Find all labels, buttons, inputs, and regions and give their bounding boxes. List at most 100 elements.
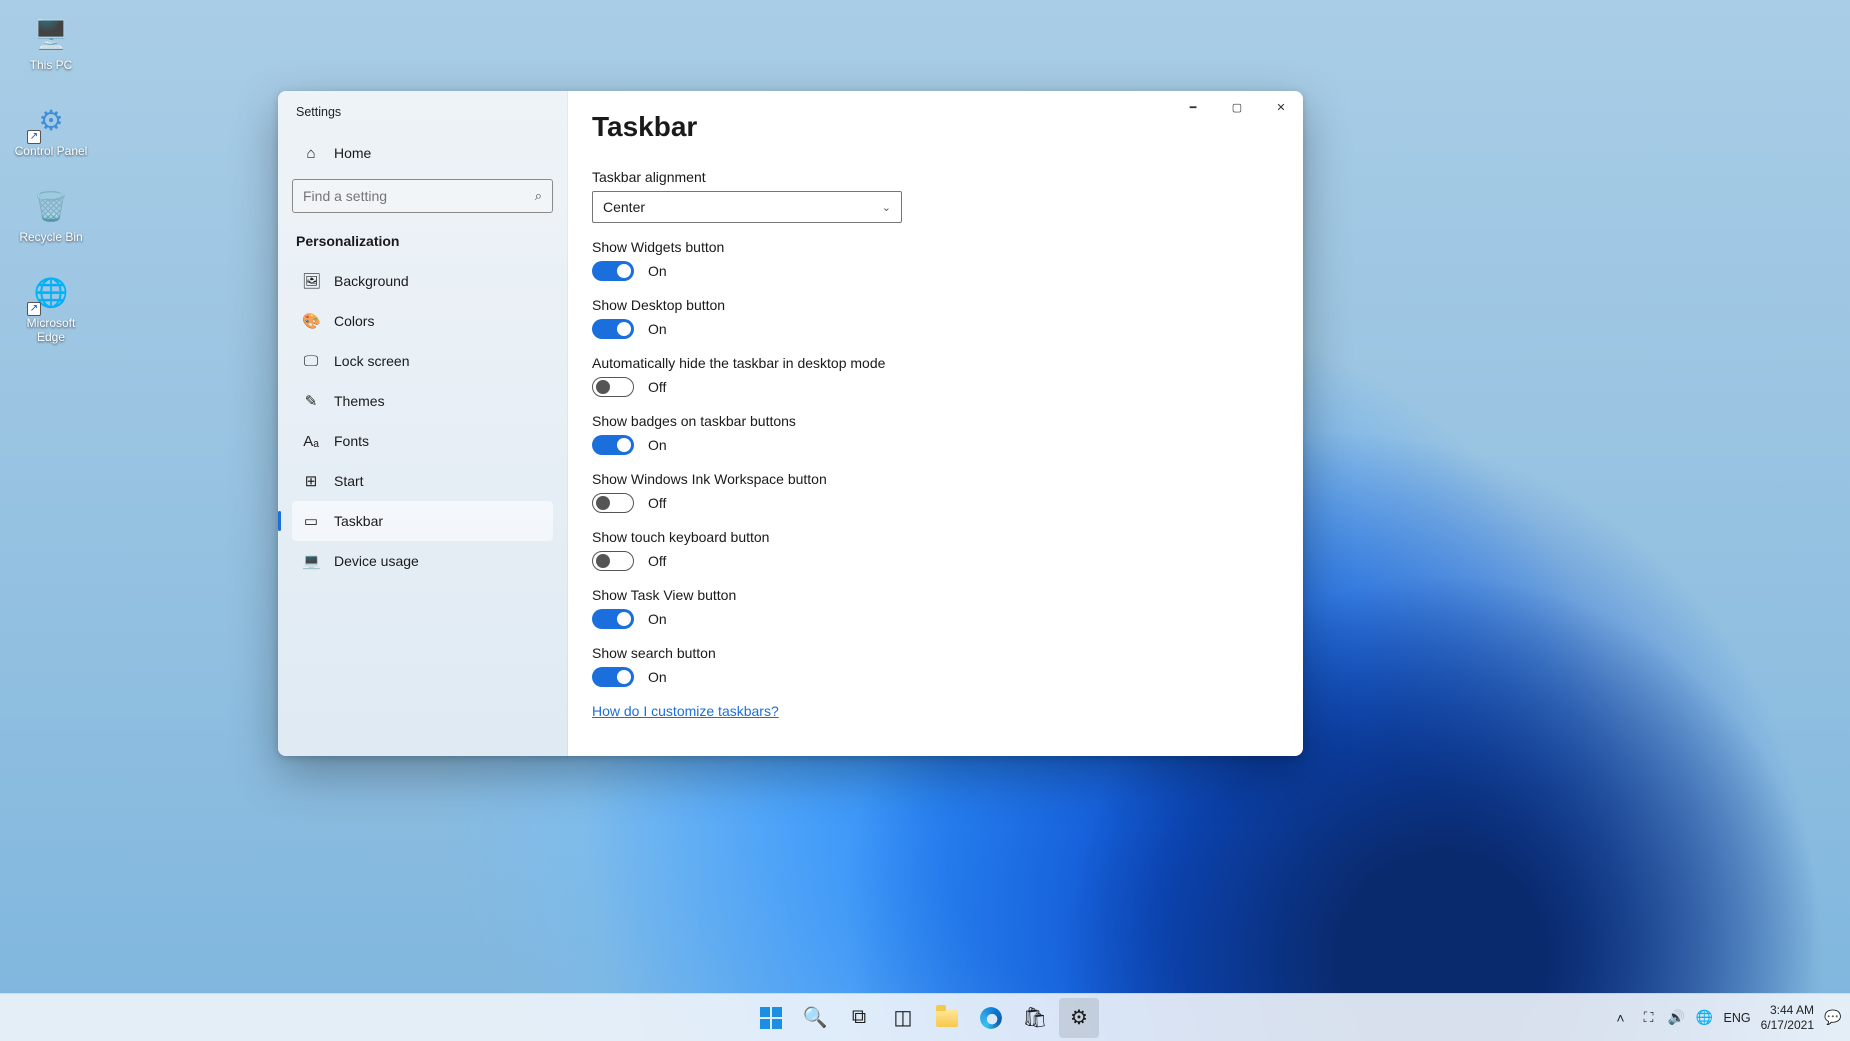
toggle-touchkb[interactable] (592, 551, 634, 571)
nav-background[interactable]: 🖼 Background (292, 261, 553, 301)
alignment-label: Taskbar alignment (592, 169, 1257, 185)
widgets-button[interactable]: ◫ (883, 998, 923, 1038)
search-field[interactable] (303, 188, 535, 204)
taskbar-center-apps: 🔍⧉◫ 🛍⚙ (751, 998, 1099, 1038)
toggle-state: On (648, 437, 667, 453)
desktop-icon-edge[interactable]: 🌐↗Microsoft Edge (6, 266, 96, 352)
nav-home[interactable]: ⌂ Home (292, 133, 553, 173)
desktop-icon-control-panel[interactable]: ⚙↗Control Panel (6, 94, 96, 180)
nav-label: Colors (334, 313, 374, 329)
desktop-icon-recycle-bin[interactable]: 🗑️Recycle Bin (6, 180, 96, 266)
settings-button[interactable]: ⚙ (1059, 998, 1099, 1038)
tray-time: 3:44 AM (1761, 1003, 1814, 1018)
settings-window: Settings ⌂ Home ⌕ Personalization 🖼 Backg… (278, 91, 1303, 756)
background-icon: 🖼 (302, 272, 320, 290)
toggle-widgets[interactable] (592, 261, 634, 281)
settings-scroll-area[interactable]: Taskbar alignment Center ⌄ Show Widgets … (592, 169, 1279, 729)
nav-lock-screen[interactable]: 🖵 Lock screen (292, 341, 553, 381)
settings-sidebar: Settings ⌂ Home ⌕ Personalization 🖼 Backg… (278, 91, 568, 756)
nav-fonts[interactable]: A͏ₐ Fonts (292, 421, 553, 461)
alignment-value: Center (603, 199, 645, 215)
toggle-state: Off (648, 379, 666, 395)
tray-clock[interactable]: 3:44 AM 6/17/2021 (1761, 1003, 1814, 1033)
toggle-ink[interactable] (592, 493, 634, 513)
setting-label: Show Widgets button (592, 239, 1257, 255)
device-usage-icon: 💻 (302, 552, 320, 570)
setting-label: Show Desktop button (592, 297, 1257, 313)
tray-overflow-button[interactable]: ˄ (1612, 1010, 1630, 1026)
toggle-state: On (648, 263, 667, 279)
tray-icon-2[interactable]: 🌐 (1696, 1009, 1714, 1026)
setting-search: Show search button On (592, 645, 1257, 687)
toggle-autohide[interactable] (592, 377, 634, 397)
settings-content: ━ ▢ ✕ Taskbar Taskbar alignment Center ⌄… (568, 91, 1303, 756)
file-explorer-button[interactable] (927, 998, 967, 1038)
toggle-state: On (648, 321, 667, 337)
toggle-state: Off (648, 553, 666, 569)
setting-label: Show badges on taskbar buttons (592, 413, 1257, 429)
tray-date: 6/17/2021 (1761, 1018, 1814, 1033)
alignment-select[interactable]: Center ⌄ (592, 191, 902, 223)
setting-label: Automatically hide the taskbar in deskto… (592, 355, 1257, 371)
lock-screen-icon: 🖵 (302, 353, 320, 370)
search-input[interactable]: ⌕ (292, 179, 553, 213)
toggle-state: Off (648, 495, 666, 511)
nav-label: Fonts (334, 433, 369, 449)
toggle-search[interactable] (592, 667, 634, 687)
close-button[interactable]: ✕ (1259, 91, 1303, 123)
tray-icon-1[interactable]: 🔊 (1668, 1009, 1686, 1026)
window-controls: ━ ▢ ✕ (1171, 91, 1303, 125)
window-title: Settings (292, 103, 553, 133)
setting-label: Show search button (592, 645, 1257, 661)
nav-label: Background (334, 273, 409, 289)
setting-label: Show Task View button (592, 587, 1257, 603)
toggle-taskview[interactable] (592, 609, 634, 629)
setting-ink: Show Windows Ink Workspace button Off (592, 471, 1257, 513)
edge-button[interactable] (971, 998, 1011, 1038)
nav-section-header: Personalization (292, 227, 553, 261)
setting-taskview: Show Task View button On (592, 587, 1257, 629)
search-button[interactable]: 🔍 (795, 998, 835, 1038)
nav-start[interactable]: ⊞ Start (292, 461, 553, 501)
toggle-state: On (648, 611, 667, 627)
setting-badges: Show badges on taskbar buttons On (592, 413, 1257, 455)
toggle-desktop[interactable] (592, 319, 634, 339)
setting-desktop: Show Desktop button On (592, 297, 1257, 339)
taskbar-system-tray: ˄ ⛶ 🔊 🌐 ENG 3:44 AM 6/17/2021 💬 (1612, 994, 1842, 1041)
setting-autohide: Automatically hide the taskbar in deskto… (592, 355, 1257, 397)
tray-ime[interactable]: ENG (1724, 1011, 1751, 1025)
desktop-icon-this-pc[interactable]: 🖥️This PC (6, 8, 96, 94)
colors-icon: 🎨 (302, 312, 320, 330)
maximize-button[interactable]: ▢ (1215, 91, 1259, 123)
nav-label: Taskbar (334, 513, 383, 529)
setting-touchkb: Show touch keyboard button Off (592, 529, 1257, 571)
nav-label: Themes (334, 393, 385, 409)
setting-label: Show touch keyboard button (592, 529, 1257, 545)
action-center-button[interactable]: 💬 (1824, 1009, 1842, 1026)
nav-themes[interactable]: ✎ Themes (292, 381, 553, 421)
chevron-down-icon: ⌄ (882, 201, 891, 214)
minimize-button[interactable]: ━ (1171, 91, 1215, 123)
home-icon: ⌂ (302, 145, 320, 162)
nav-device-usage[interactable]: 💻Device usage (292, 541, 553, 581)
fonts-icon: A͏ₐ (302, 433, 320, 450)
task-view-button[interactable]: ⧉ (839, 998, 879, 1038)
setting-label: Show Windows Ink Workspace button (592, 471, 1257, 487)
nav-label: Start (334, 473, 364, 489)
toggle-state: On (648, 669, 667, 685)
help-link[interactable]: How do I customize taskbars? (592, 703, 1257, 719)
store-button[interactable]: 🛍 (1015, 998, 1055, 1038)
start-icon: ⊞ (302, 472, 320, 490)
themes-icon: ✎ (302, 392, 320, 410)
nav-colors[interactable]: 🎨 Colors (292, 301, 553, 341)
taskbar-icon: ▭ (302, 512, 320, 530)
tray-icon-0[interactable]: ⛶ (1640, 1009, 1658, 1026)
start-button[interactable] (751, 998, 791, 1038)
taskbar: 🔍⧉◫ 🛍⚙ ˄ ⛶ 🔊 🌐 ENG 3:44 AM 6/17/2021 💬 (0, 993, 1850, 1041)
nav-label: Lock screen (334, 353, 409, 369)
nav-taskbar[interactable]: ▭ Taskbar (292, 501, 553, 541)
toggle-badges[interactable] (592, 435, 634, 455)
setting-widgets: Show Widgets button On (592, 239, 1257, 281)
search-icon: ⌕ (535, 188, 542, 204)
nav-home-label: Home (334, 145, 371, 161)
